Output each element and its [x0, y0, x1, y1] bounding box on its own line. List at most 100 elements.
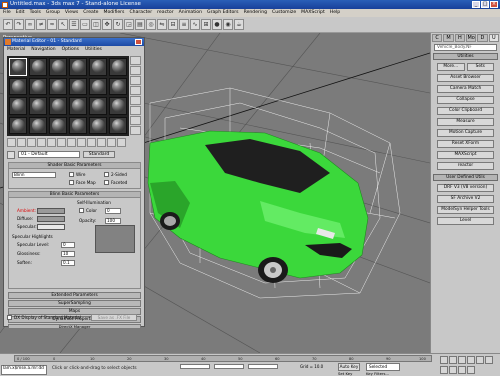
menu-create[interactable]: Create	[83, 9, 98, 17]
material-id-icon[interactable]	[77, 138, 86, 147]
color-checkbox[interactable]	[79, 208, 84, 213]
dx-display-checkbox[interactable]	[7, 315, 12, 320]
set-key-button[interactable]: Set Key	[338, 371, 352, 376]
diffuse-color-swatch[interactable]	[37, 216, 65, 222]
refcoord-icon[interactable]: ▤	[135, 19, 145, 30]
medit-menu-utilities[interactable]: Utilities	[85, 47, 102, 52]
sample-slot[interactable]	[29, 58, 47, 76]
wire-checkbox[interactable]	[69, 172, 74, 177]
user-tool-3-button[interactable]: ModelSyn Helper Tools	[437, 206, 494, 214]
sample-slot[interactable]	[109, 58, 127, 76]
zoom-icon[interactable]	[485, 356, 493, 364]
faceted-checkbox[interactable]	[104, 180, 109, 185]
backlight-icon[interactable]	[130, 66, 141, 75]
material-editor-titlebar[interactable]: Material Editor - 01 - Standard	[4, 38, 144, 46]
menu-views[interactable]: Views	[65, 9, 78, 17]
goto-start-icon[interactable]	[440, 356, 448, 364]
user-tool-4-button[interactable]: Level	[437, 217, 494, 225]
bind-icon[interactable]: ≈	[47, 19, 57, 30]
make-unique-icon[interactable]	[57, 138, 66, 147]
menu-rendering[interactable]: Rendering	[244, 9, 267, 17]
sample-slot[interactable]	[109, 97, 127, 115]
sample-slot[interactable]	[29, 77, 47, 95]
move-icon[interactable]: ✥	[102, 19, 112, 30]
make-preview-icon[interactable]	[130, 106, 141, 115]
soften-value[interactable]: 0.1	[61, 260, 75, 266]
key-selection-dropdown[interactable]: Selected	[366, 363, 400, 371]
utilities-header[interactable]: Utilities	[433, 53, 498, 60]
color-clipboard-button[interactable]: Color Clipboard	[437, 107, 494, 115]
twosided-checkbox[interactable]	[104, 172, 109, 177]
sample-slot[interactable]	[89, 116, 107, 134]
scale-icon[interactable]: ◲	[124, 19, 134, 30]
pan-icon[interactable]	[440, 365, 448, 374]
opacity-value[interactable]: 100	[105, 218, 121, 224]
sample-slot[interactable]	[109, 116, 127, 134]
sample-slot[interactable]	[69, 116, 87, 134]
sample-slot[interactable]	[29, 97, 47, 115]
select-icon[interactable]: ↖	[58, 19, 68, 30]
medit-menu-options[interactable]: Options	[62, 47, 79, 52]
z-coord-field[interactable]	[248, 364, 278, 369]
object-name-field[interactable]: Vehicle_Body.NF	[434, 44, 497, 51]
menu-help[interactable]: Help	[330, 9, 340, 17]
get-material-icon[interactable]	[7, 138, 16, 147]
redo-icon[interactable]: ↷	[14, 19, 24, 30]
sample-slot[interactable]	[9, 77, 27, 95]
facemap-checkbox[interactable]	[69, 180, 74, 185]
menu-maxscript[interactable]: MAXScript	[301, 9, 325, 17]
uv-tiling-icon[interactable]	[130, 86, 141, 95]
material-type-button[interactable]: Standard	[83, 151, 115, 158]
user-tool-1-button[interactable]: DRF V3 (V8 version)	[437, 184, 494, 192]
video-check-icon[interactable]	[130, 96, 141, 105]
sample-slot[interactable]	[49, 77, 67, 95]
make-copy-icon[interactable]	[47, 138, 56, 147]
menu-edit[interactable]: Edit	[16, 9, 25, 17]
tab-display[interactable]: D	[477, 34, 488, 42]
sample-slot[interactable]	[9, 97, 27, 115]
material-name-field[interactable]: 01 - Default	[18, 151, 80, 158]
goto-end-icon[interactable]	[476, 356, 484, 364]
save-fx-button[interactable]: Save as .FX File	[91, 314, 137, 321]
orbit-icon[interactable]	[449, 365, 457, 374]
close-button[interactable]: ×	[490, 1, 498, 8]
tab-modify[interactable]: M	[443, 34, 454, 42]
directx-rollout[interactable]: DirectX Manager	[8, 324, 141, 329]
menu-graph-editors[interactable]: Graph Editors	[207, 9, 239, 17]
schematic-icon[interactable]: ⊞	[201, 19, 211, 30]
quick-render-icon[interactable]: ☕	[234, 19, 244, 30]
sample-slot[interactable]	[49, 116, 67, 134]
user-tool-2-button[interactable]: SF Archive V2	[437, 195, 494, 203]
align-icon[interactable]: ⊟	[168, 19, 178, 30]
time-slider[interactable]: 0 / 100 0 10 20 30 40 50 60 70 80 90 100	[14, 355, 432, 362]
assign-material-icon[interactable]	[27, 138, 36, 147]
menu-group[interactable]: Group	[46, 9, 60, 17]
sample-slot[interactable]	[49, 97, 67, 115]
sample-type-icon[interactable]	[130, 56, 141, 65]
fov-icon[interactable]	[458, 365, 466, 374]
x-coord-field[interactable]	[180, 364, 210, 369]
curve-editor-icon[interactable]: ∿	[190, 19, 200, 30]
minimize-button[interactable]: _	[472, 1, 480, 8]
reactor-button[interactable]: reactor	[437, 162, 494, 170]
motion-capture-button[interactable]: Motion Capture	[437, 129, 494, 137]
material-editor-icon[interactable]: ●	[212, 19, 222, 30]
collapse-button[interactable]: Collapse	[437, 96, 494, 104]
sample-slot[interactable]	[69, 97, 87, 115]
window-crossing-icon[interactable]: ◫	[91, 19, 101, 30]
reset-map-icon[interactable]	[37, 138, 46, 147]
prev-frame-icon[interactable]	[449, 356, 457, 364]
medit-menu-material[interactable]: Material	[7, 47, 25, 52]
specular-color-swatch[interactable]	[37, 224, 65, 230]
background-icon[interactable]	[130, 76, 141, 85]
sample-slot[interactable]	[9, 116, 27, 134]
supersampling-rollout[interactable]: SuperSampling	[8, 300, 141, 307]
sample-slot[interactable]	[89, 58, 107, 76]
rotate-icon[interactable]: ↻	[113, 19, 123, 30]
reset-xform-button[interactable]: Reset XForm	[437, 140, 494, 148]
measure-button[interactable]: Measure	[437, 118, 494, 126]
tab-motion[interactable]: Mo	[465, 34, 477, 42]
sets-button[interactable]: Sets	[466, 63, 494, 71]
auto-key-button[interactable]: Auto Key	[338, 363, 360, 371]
link-icon[interactable]: ∞	[25, 19, 35, 30]
